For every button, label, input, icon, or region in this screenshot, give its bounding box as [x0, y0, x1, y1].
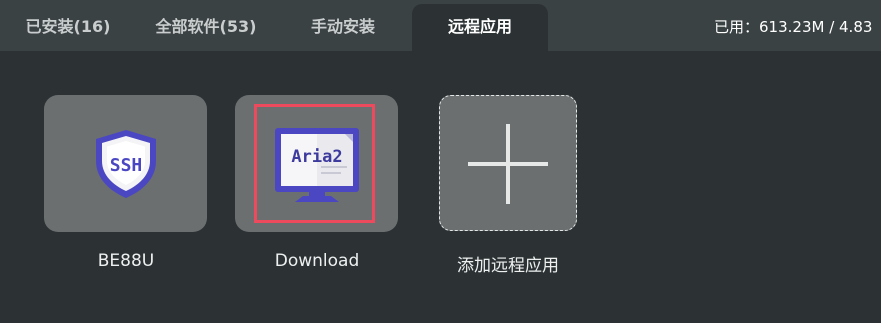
plus-icon [468, 124, 548, 204]
app-label-be88u: BE88U [97, 251, 155, 271]
ssh-shield-icon: SSH [96, 130, 156, 198]
tab-remote-apps[interactable]: 远程应用 [412, 4, 548, 51]
app-card-download[interactable]: Aria2 Download [235, 95, 399, 271]
tab-all-software[interactable]: 全部软件(53) [140, 4, 272, 51]
app-card-be88u[interactable]: SSH BE88U [44, 95, 208, 271]
add-remote-app-label: 添加远程应用 [457, 256, 559, 276]
ssh-icon-text: SSH [110, 155, 143, 176]
selection-highlight [254, 104, 375, 223]
tab-bar: 已安装(16) 全部软件(53) 手动安装 远程应用 已用：613.23M / … [0, 0, 881, 51]
tab-installed[interactable]: 已安装(16) [8, 4, 128, 51]
app-tile[interactable]: Aria2 [235, 95, 398, 232]
tab-manual-install[interactable]: 手动安装 [290, 4, 396, 51]
app-tile[interactable]: SSH [44, 95, 207, 232]
add-remote-app-button[interactable] [439, 95, 577, 231]
storage-usage-text: 已用：613.23M / 4.83 [714, 18, 873, 36]
app-label-download: Download [274, 251, 360, 271]
add-remote-app-card[interactable]: 添加远程应用 [439, 95, 577, 276]
